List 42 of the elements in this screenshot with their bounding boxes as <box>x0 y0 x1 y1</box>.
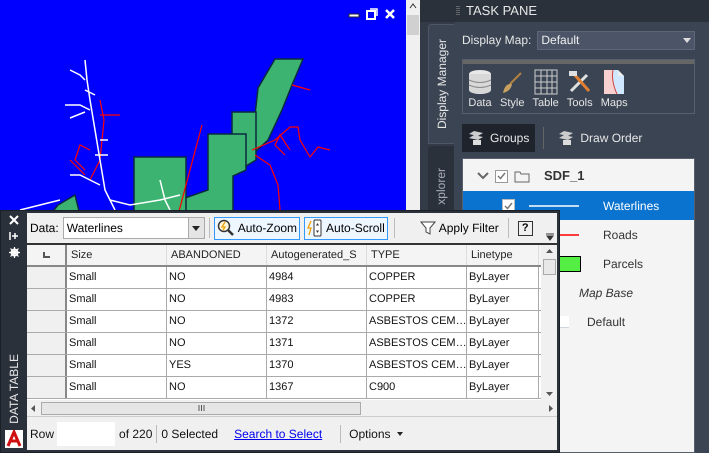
table-cell: 1370 <box>267 355 367 376</box>
table-cell: 4984 <box>267 267 367 288</box>
data-label: Data: <box>30 220 59 237</box>
table-cell: NO <box>167 267 267 288</box>
table-cell: NO <box>167 377 267 398</box>
layer-name: Waterlines <box>603 198 660 214</box>
table-cell: Small <box>67 289 167 310</box>
group-name: SDF_1 <box>544 167 584 186</box>
window-title: DATA TABLE <box>6 354 22 424</box>
table-cell: COPPER <box>367 289 467 310</box>
table-cell: COPPER <box>367 267 467 288</box>
display-map-label: Display Map: <box>462 32 532 49</box>
table-cell: Small <box>67 333 167 354</box>
table-cell: Small <box>67 377 167 398</box>
table-cell: Small <box>67 311 167 332</box>
table-cell: 1371 <box>267 333 367 354</box>
table-cell: ASBESTOS CEM… <box>367 333 467 354</box>
table-cell: ASBESTOS CEM… <box>367 355 467 376</box>
table-cell: YES <box>167 355 267 376</box>
table-cell: ASBESTOS CEM… <box>367 311 467 332</box>
pane-title: TASK PANE <box>466 2 538 20</box>
layer-name: Default <box>587 314 626 330</box>
table-cell: NO <box>167 333 267 354</box>
table-cell: ByLayer <box>467 311 539 332</box>
table-cell: ByLayer <box>467 267 539 288</box>
row-label: Row <box>29 426 56 442</box>
table-cell: 1372 <box>267 311 367 332</box>
table-cell: Small <box>67 267 167 288</box>
table-cell: ByLayer <box>467 289 539 310</box>
table-cell: 1367 <box>267 377 367 398</box>
table-cell: ByLayer <box>467 377 539 398</box>
selection-count: 0 Selected <box>160 426 220 442</box>
table-cell: ByLayer <box>467 333 539 354</box>
table-cell: Small <box>67 355 167 376</box>
layer-name: Roads <box>603 226 638 244</box>
table-cell: NO <box>167 289 267 310</box>
table-cell: 4983 <box>267 289 367 310</box>
table-cell: C900 <box>367 377 467 398</box>
table-cell: ByLayer <box>467 355 539 376</box>
table-cell: NO <box>167 311 267 332</box>
row-total: of 220 <box>118 426 154 442</box>
layer-name: Parcels <box>603 256 644 272</box>
